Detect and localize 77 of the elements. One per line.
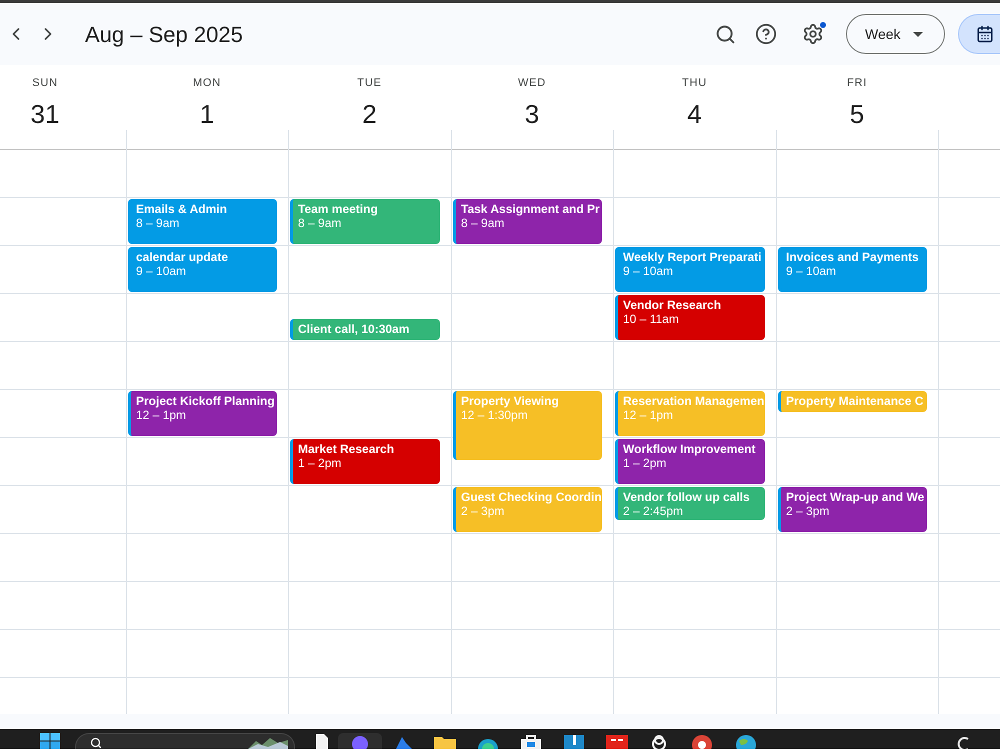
view-select[interactable]: Week (846, 14, 945, 54)
weekday-label: THU (682, 77, 707, 90)
event-title: Reservation Managemen (623, 394, 765, 408)
date-number[interactable]: 4 (687, 98, 702, 130)
event-card[interactable]: Invoices and Payments 9 – 10am (778, 247, 927, 292)
event-time: 8 – 9am (461, 216, 506, 230)
weekday-label: TUE (357, 77, 382, 90)
event-time: 12 – 1pm (136, 408, 188, 422)
event-title: Invoices and Payments (786, 250, 920, 264)
folder-icon[interactable] (434, 735, 456, 749)
caret-down-icon (912, 32, 923, 36)
weekday-label: FRI (846, 77, 868, 90)
event-title: Vendor Research (623, 298, 722, 312)
event-title: Workflow Improvement (623, 442, 756, 456)
event-title: Property Maintenance C (786, 394, 924, 408)
event-title: Project Kickoff Planning (136, 394, 276, 408)
taskbar-app-button[interactable] (338, 733, 382, 749)
search-field[interactable] (75, 733, 295, 749)
shopping-bag-icon[interactable] (520, 735, 542, 749)
settings-icon (802, 23, 824, 45)
weekday-label: WED (518, 77, 546, 90)
calendar-view-button[interactable] (958, 14, 1000, 54)
circle-app-icon (352, 736, 368, 749)
event-card[interactable]: Market Research 1 – 2pm (290, 439, 440, 484)
windows-logo-icon[interactable] (40, 733, 60, 749)
date-number[interactable]: 1 (200, 98, 214, 130)
event-time: 8 – 9am (298, 216, 342, 230)
date-number[interactable]: 3 (524, 98, 540, 130)
event-time: 9 – 10am (623, 264, 674, 278)
weekday-label: SUN (32, 77, 58, 90)
triangle-app-icon[interactable] (394, 735, 412, 749)
event-title: Team meeting (298, 202, 379, 216)
event-card[interactable]: Vendor Research 10 – 11am (615, 295, 765, 340)
event-title: Project Wrap-up and We (786, 490, 926, 504)
event-card[interactable]: Project Kickoff Planning 12 – 1pm (128, 391, 277, 436)
event-card[interactable]: Workflow Improvement 1 – 2pm (615, 439, 765, 484)
round-app-icon[interactable] (692, 735, 712, 749)
event-time: 1 – 2pm (623, 456, 668, 470)
event-title: Weekly Report Preparati (623, 250, 762, 264)
square-app-icon[interactable] (564, 735, 584, 749)
event-time: 9 – 10am (786, 264, 838, 278)
event-title: Vendor follow up calls (623, 490, 751, 504)
globe-icon[interactable] (736, 735, 756, 749)
event-card[interactable]: Emails & Admin 8 – 9am (128, 199, 277, 244)
date-number[interactable]: 5 (850, 98, 864, 130)
square-app-icon[interactable] (606, 735, 628, 749)
event-title: Market Research (298, 442, 396, 456)
event-title: calendar update (136, 250, 230, 264)
landscape-drawing (248, 737, 288, 749)
document-icon[interactable] (315, 733, 329, 749)
event-title: Guest Checking Coordin (461, 490, 602, 504)
event-title: Emails & Admin (136, 202, 228, 216)
date-number[interactable]: 31 (30, 98, 60, 130)
weekday-label: MON (192, 77, 222, 90)
event-card[interactable]: calendar update 9 – 10am (128, 247, 277, 292)
search-icon (714, 24, 736, 44)
date-number[interactable]: 2 (362, 98, 377, 130)
event-title: Property Viewing (461, 394, 560, 408)
rings-icon[interactable] (650, 735, 668, 749)
event-title: Task Assignment and Pr (461, 202, 601, 216)
calendar-icon (976, 25, 994, 43)
help-icon (755, 23, 777, 45)
event-time: 2 – 3pm (461, 504, 506, 518)
event-time: 12 – 1:30pm (461, 408, 529, 422)
event-time: 10 – 11am (623, 312, 680, 326)
event-time: 2 – 2:45pm (623, 504, 684, 518)
event-time: 12 – 1pm (623, 408, 674, 422)
event-card[interactable]: Project Wrap-up and We 2 – 3pm (778, 487, 927, 532)
event-time: 1 – 2pm (298, 456, 342, 470)
event-card[interactable]: Weekly Report Preparati 9 – 10am (615, 247, 765, 292)
event-time: 8 – 9am (136, 216, 180, 230)
date-range-title: Aug – Sep 2025 (85, 20, 243, 49)
event-time: 2 – 3pm (786, 504, 830, 518)
arc-icon[interactable] (956, 735, 970, 749)
event-time: 9 – 10am (136, 264, 188, 278)
event-title: Client call, 10:30am (298, 322, 410, 336)
event-card[interactable]: Task Assignment and Pr 8 – 9am (453, 199, 602, 244)
